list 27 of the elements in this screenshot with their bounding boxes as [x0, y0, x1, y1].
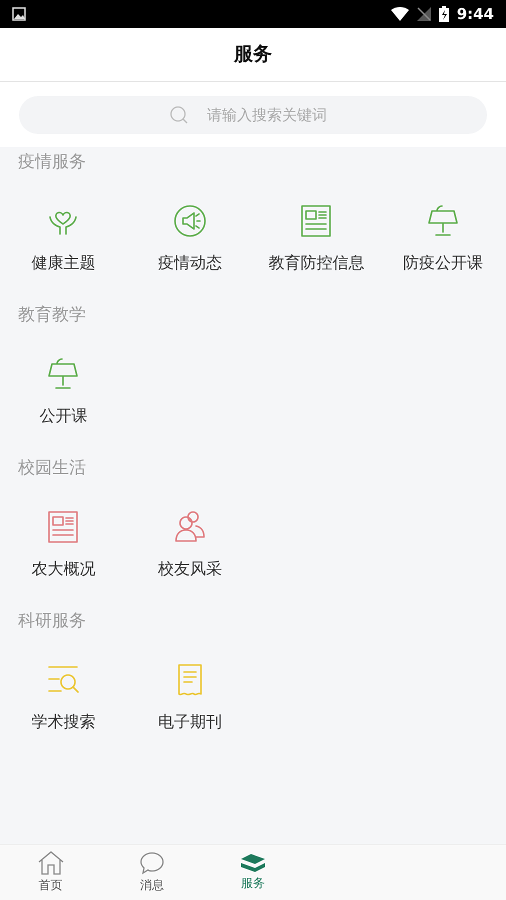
chat-bubble-icon: [138, 851, 165, 875]
service-item[interactable]: 电子期刊: [126, 637, 253, 759]
service-item[interactable]: 健康主题: [0, 178, 126, 300]
service-item[interactable]: 防疫公开课: [380, 178, 506, 300]
service-item[interactable]: 农大概况: [0, 484, 126, 606]
page-title: 服务: [234, 42, 272, 68]
battery-charging-icon: [438, 6, 449, 22]
section-title: 校园生活: [18, 456, 86, 480]
service-item[interactable]: 教育防控信息: [253, 178, 380, 300]
nav-tab[interactable]: 消息: [101, 845, 202, 900]
nav-tab[interactable]: 首页: [0, 845, 102, 900]
search-icon: [169, 104, 189, 124]
nav-tab[interactable]: 服务: [202, 845, 304, 900]
section-title: 疫情服务: [18, 150, 86, 174]
wifi-icon: [390, 7, 409, 21]
home-icon: [36, 851, 65, 875]
service-item[interactable]: 公开课: [0, 331, 126, 453]
image-icon: [12, 7, 26, 21]
search-field[interactable]: 请输入搜索关键词: [19, 96, 487, 134]
service-item[interactable]: 疫情动态: [126, 178, 253, 300]
status-time: 9:44: [456, 4, 494, 25]
no-signal-icon: [416, 7, 431, 21]
section-title: 科研服务: [18, 610, 86, 633]
service-item[interactable]: 学术搜索: [0, 637, 126, 759]
layers-icon: [238, 853, 267, 873]
service-item[interactable]: 校友风采: [126, 484, 253, 606]
section-title: 教育教学: [18, 304, 86, 327]
